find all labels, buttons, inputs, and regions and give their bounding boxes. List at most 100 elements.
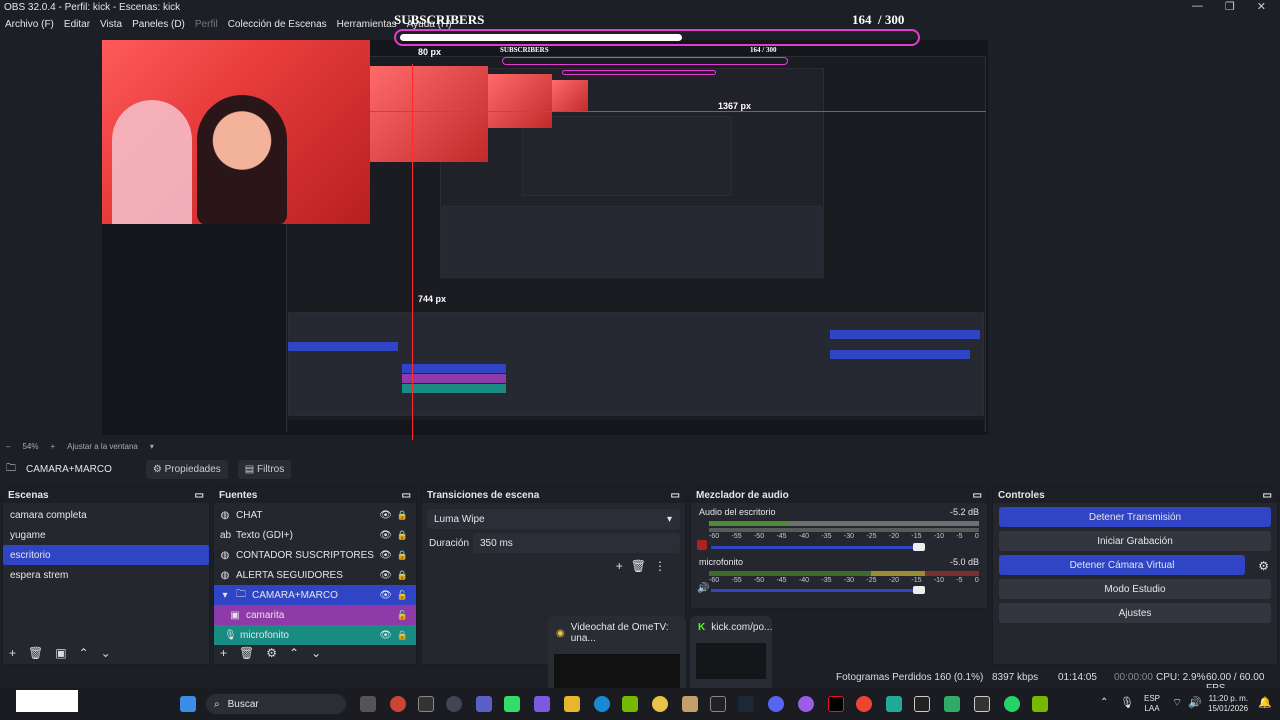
- visibility-icon[interactable]: 👁: [379, 590, 392, 601]
- taskbar-clock[interactable]: 11:20 p. m. 15/01/2026: [1208, 694, 1248, 714]
- lock-icon[interactable]: 🔒: [397, 530, 408, 541]
- volume-slider[interactable]: [711, 589, 921, 592]
- lock-icon[interactable]: 🔒: [397, 630, 408, 641]
- windows-start-icon[interactable]: [180, 696, 196, 712]
- studio-mode-button[interactable]: Modo Estudio: [999, 579, 1271, 599]
- lock-icon[interactable]: 🔓: [397, 610, 408, 621]
- menu-herramientas[interactable]: Herramientas: [337, 19, 397, 30]
- chevron-up-icon[interactable]: ⌃: [1100, 697, 1108, 708]
- app-icon[interactable]: [856, 696, 872, 712]
- app-icon[interactable]: [390, 696, 406, 712]
- chevron-down-icon[interactable]: ▾: [220, 590, 230, 601]
- start-recording-button[interactable]: Iniciar Grabación: [999, 531, 1271, 551]
- folder-icon[interactable]: [564, 696, 580, 712]
- edge-icon[interactable]: [594, 696, 610, 712]
- trash-icon[interactable]: 🗑: [28, 646, 43, 660]
- tiktok-icon[interactable]: [828, 696, 844, 712]
- add-icon[interactable]: +: [9, 646, 16, 660]
- chevron-down-icon[interactable]: ▾: [150, 442, 154, 451]
- dock-menu-icon[interactable]: ▭: [671, 490, 680, 501]
- source-item[interactable]: ◍ CONTADOR SUSCRIPTORES 👁 🔒: [214, 545, 416, 565]
- volume-slider-handle[interactable]: [913, 543, 925, 551]
- properties-button[interactable]: ⚙ Propiedades: [145, 459, 228, 479]
- lock-icon[interactable]: 🔒: [397, 570, 408, 581]
- duration-input[interactable]: 350 ms: [473, 533, 680, 553]
- menu-editar[interactable]: Editar: [64, 19, 90, 30]
- menu-coleccion[interactable]: Colección de Escenas: [228, 19, 327, 30]
- move-up-icon[interactable]: ⌃: [289, 646, 299, 660]
- lock-icon[interactable]: 🔒: [397, 510, 408, 521]
- source-item[interactable]: ab Texto (GDI+) 👁 🔒: [214, 525, 416, 545]
- app-icon[interactable]: [418, 696, 434, 712]
- visibility-icon[interactable]: 👁: [379, 550, 392, 561]
- source-item[interactable]: ◍ CHAT 👁 🔒: [214, 505, 416, 525]
- epic-icon[interactable]: [710, 696, 726, 712]
- capcut-icon[interactable]: [914, 696, 930, 712]
- source-item-selected[interactable]: ▾ 🗀 CAMARA+MARCO 👁 🔓: [214, 585, 416, 605]
- lock-icon[interactable]: 🔒: [397, 550, 408, 561]
- scene-item-selected[interactable]: escritorio: [3, 545, 209, 565]
- stop-stream-button[interactable]: Detener Transmisión: [999, 507, 1271, 527]
- task-view-icon[interactable]: [360, 696, 376, 712]
- zoom-out-button[interactable]: –: [6, 442, 10, 451]
- menu-perfil[interactable]: Perfil: [195, 19, 218, 30]
- minimize-button[interactable]: —: [1192, 0, 1203, 13]
- discord-icon[interactable]: [768, 696, 784, 712]
- mic-icon[interactable]: 🎙: [1120, 696, 1134, 709]
- menu-vista[interactable]: Vista: [100, 19, 122, 30]
- app-icon[interactable]: [682, 696, 698, 712]
- move-down-icon[interactable]: ⌄: [311, 646, 321, 660]
- app-icon[interactable]: [534, 696, 550, 712]
- teams-icon[interactable]: [476, 696, 492, 712]
- zoom-in-button[interactable]: +: [50, 442, 55, 451]
- volume-slider[interactable]: [711, 546, 921, 549]
- notification-icon[interactable]: 🔔: [1258, 696, 1272, 709]
- transition-select[interactable]: Luma Wipe ▾: [427, 509, 680, 529]
- source-item[interactable]: ▣ camarita 🔓: [214, 605, 416, 625]
- menu-archivo[interactable]: Archivo (F): [5, 19, 54, 30]
- stop-virtual-cam-button[interactable]: Detener Cámara Virtual: [999, 555, 1245, 575]
- trash-icon[interactable]: 🗑: [631, 559, 654, 573]
- add-icon[interactable]: +: [616, 559, 631, 573]
- trash-icon[interactable]: 🗑: [239, 646, 254, 660]
- app-icon[interactable]: [798, 696, 814, 712]
- scene-item[interactable]: yugame: [3, 525, 209, 545]
- wifi-icon[interactable]: ⌔: [1172, 696, 1182, 710]
- fit-to-window[interactable]: Ajustar a la ventana: [67, 442, 138, 451]
- dock-menu-icon[interactable]: ▭: [402, 490, 411, 501]
- obs-icon[interactable]: [446, 696, 462, 712]
- speaker-icon[interactable]: 🔊: [697, 583, 709, 594]
- move-up-icon[interactable]: ⌃: [79, 646, 89, 660]
- scene-item[interactable]: espera strem: [3, 565, 209, 585]
- chrome-icon[interactable]: [652, 696, 668, 712]
- source-item[interactable]: 🎙 microfonito 👁 🔒: [214, 625, 416, 645]
- move-down-icon[interactable]: ⌄: [101, 646, 111, 660]
- dock-menu-icon[interactable]: ▭: [195, 490, 204, 501]
- whatsapp-icon[interactable]: [1004, 696, 1020, 712]
- filter-icon[interactable]: ▣: [55, 646, 66, 660]
- dock-menu-icon[interactable]: ▭: [973, 490, 982, 501]
- lock-icon[interactable]: 🔓: [397, 590, 408, 601]
- notion-icon[interactable]: [974, 696, 990, 712]
- taskbar-search[interactable]: ⌕ Buscar: [206, 694, 346, 714]
- gear-icon[interactable]: ⚙: [266, 646, 277, 660]
- settings-button[interactable]: Ajustes: [999, 603, 1271, 623]
- nvidia-icon[interactable]: [622, 696, 638, 712]
- app-icon[interactable]: [886, 696, 902, 712]
- app-icon[interactable]: [1032, 696, 1048, 712]
- webcam-source[interactable]: [102, 40, 370, 224]
- maximize-button[interactable]: ❐: [1225, 0, 1235, 13]
- dock-menu-icon[interactable]: ▭: [1263, 490, 1272, 501]
- visibility-icon[interactable]: 👁: [379, 530, 392, 541]
- speaker-icon[interactable]: 🔊: [1188, 696, 1202, 709]
- language-indicator[interactable]: ESP LAA: [1144, 694, 1160, 714]
- visibility-icon[interactable]: 👁: [379, 630, 392, 641]
- menu-paneles[interactable]: Paneles (D): [132, 19, 185, 30]
- visibility-icon[interactable]: 👁: [379, 570, 392, 581]
- mute-icon[interactable]: [697, 540, 707, 550]
- scene-item[interactable]: camara completa: [3, 505, 209, 525]
- store-icon[interactable]: [504, 696, 520, 712]
- filters-button[interactable]: ▤ Filtros: [237, 459, 292, 479]
- gear-icon[interactable]: ⚙: [1258, 559, 1269, 573]
- add-icon[interactable]: +: [220, 646, 227, 660]
